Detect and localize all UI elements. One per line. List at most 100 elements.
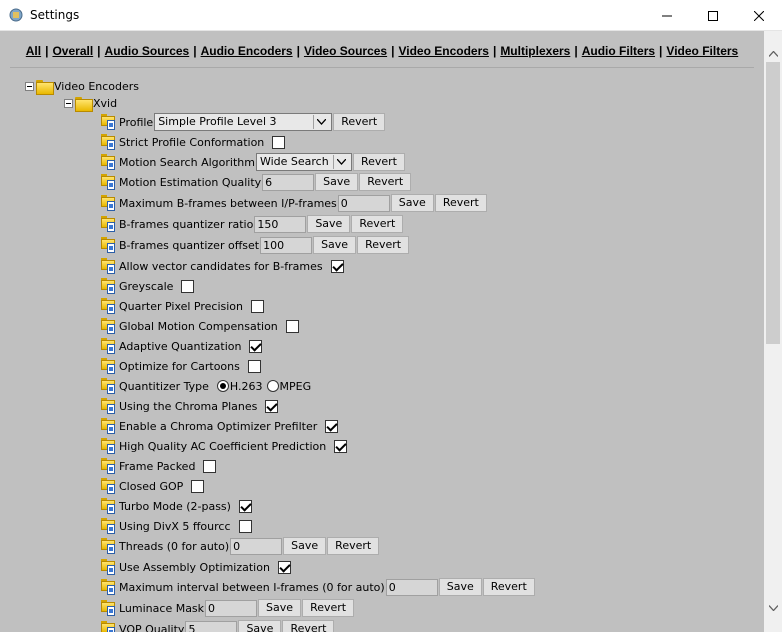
scroll-thumb[interactable] — [766, 62, 780, 344]
gmc-checkbox[interactable] — [285, 319, 299, 333]
greyscale-checkbox[interactable] — [181, 279, 195, 293]
setting-icon — [101, 398, 117, 414]
title-bar: Settings — [0, 0, 782, 31]
nav-audio-sources[interactable]: Audio Sources — [105, 44, 190, 58]
strict-profile-checkbox[interactable] — [272, 135, 286, 149]
cartoons-checkbox[interactable] — [247, 359, 261, 373]
setting-threads: Threads (0 for auto) 0 Save Revert — [101, 536, 380, 556]
revert-button[interactable]: Revert — [302, 599, 355, 617]
adaptive-quant-checkbox[interactable] — [249, 339, 263, 353]
minimize-button[interactable] — [644, 0, 690, 31]
save-button[interactable]: Save — [390, 194, 434, 212]
revert-button[interactable]: Revert — [352, 153, 405, 171]
save-button[interactable]: Save — [258, 599, 302, 617]
bframes-offset-input[interactable]: 100 — [260, 236, 313, 254]
setting-icon — [101, 498, 117, 514]
setting-profile: Profile Simple Profile Level 3 Revert — [101, 112, 386, 132]
revert-button[interactable]: Revert — [357, 236, 410, 254]
chevron-down-icon — [332, 155, 349, 169]
quant-type-h263-radio[interactable] — [216, 380, 229, 392]
setting-divx5: Using DivX 5 ffourcc — [101, 516, 252, 536]
setting-bframes-ratio: B-frames quantizer ratio 150 Save Revert — [101, 214, 404, 234]
divider — [10, 67, 754, 68]
nav-audio-encoders[interactable]: Audio Encoders — [201, 44, 293, 58]
setting-icon — [101, 216, 117, 232]
revert-button[interactable]: Revert — [482, 578, 535, 596]
nav-multiplexers[interactable]: Multiplexers — [500, 44, 570, 58]
nav-video-sources[interactable]: Video Sources — [304, 44, 387, 58]
frame-packed-checkbox[interactable] — [203, 459, 217, 473]
asm-opt-checkbox[interactable] — [277, 560, 291, 574]
revert-button[interactable]: Revert — [282, 620, 335, 632]
revert-button[interactable]: Revert — [327, 537, 380, 555]
scroll-up-button[interactable] — [764, 45, 782, 62]
app-icon — [9, 8, 23, 22]
profile-select[interactable]: Simple Profile Level 3 — [154, 113, 333, 131]
nav-all[interactable]: All — [26, 44, 41, 58]
setting-vector-candidates: Allow vector candidates for B-frames — [101, 256, 344, 276]
close-icon — [754, 10, 764, 21]
collapse-icon[interactable] — [64, 98, 73, 108]
turbo-checkbox[interactable] — [238, 499, 252, 513]
revert-button[interactable]: Revert — [351, 215, 404, 233]
setting-frame-packed: Frame Packed — [101, 456, 217, 476]
collapse-icon[interactable] — [25, 81, 34, 91]
setting-icon — [101, 600, 117, 616]
setting-motion-search: Motion Search Algorithm Wide Search Reve… — [101, 152, 405, 172]
divx5-checkbox[interactable] — [238, 519, 252, 533]
lumi-mask-input[interactable]: 0 — [205, 599, 258, 617]
folder-icon — [75, 96, 93, 112]
setting-icon — [101, 298, 117, 314]
save-button[interactable]: Save — [238, 620, 282, 632]
threads-input[interactable]: 0 — [230, 537, 283, 555]
tree-node-video-encoders[interactable]: Video Encoders — [25, 78, 139, 95]
save-button[interactable]: Save — [313, 236, 357, 254]
setting-icon — [101, 418, 117, 434]
revert-button[interactable]: Revert — [333, 113, 386, 131]
vector-candidates-checkbox[interactable] — [330, 259, 344, 273]
chroma-planes-checkbox[interactable] — [265, 399, 279, 413]
setting-closed-gop: Closed GOP — [101, 476, 205, 496]
save-button[interactable]: Save — [315, 173, 359, 191]
nav-audio-filters[interactable]: Audio Filters — [582, 44, 655, 58]
setting-asm-opt: Use Assembly Optimization — [101, 557, 291, 577]
revert-button[interactable]: Revert — [434, 194, 487, 212]
save-button[interactable]: Save — [283, 537, 327, 555]
hq-ac-checkbox[interactable] — [334, 439, 348, 453]
revert-button[interactable]: Revert — [359, 173, 412, 191]
vop-quality-input[interactable]: 5 — [185, 620, 238, 632]
bframes-ratio-input[interactable]: 150 — [254, 215, 307, 233]
save-button[interactable]: Save — [438, 578, 482, 596]
setting-qpel: Quarter Pixel Precision — [101, 296, 265, 316]
setting-adaptive-quant: Adaptive Quantization — [101, 336, 263, 356]
nav-video-filters[interactable]: Video Filters — [666, 44, 738, 58]
save-button[interactable]: Save — [307, 215, 351, 233]
close-button[interactable] — [736, 0, 782, 31]
setting-icon — [101, 358, 117, 374]
nav-video-encoders[interactable]: Video Encoders — [398, 44, 488, 58]
max-bframes-input[interactable]: 0 — [337, 194, 390, 212]
setting-icon — [101, 458, 117, 474]
motion-search-select[interactable]: Wide Search — [255, 153, 352, 171]
setting-icon — [101, 338, 117, 354]
folder-icon — [36, 79, 54, 95]
setting-icon — [101, 621, 117, 632]
minimize-icon — [662, 15, 672, 16]
setting-icon — [101, 378, 117, 394]
max-iframe-input[interactable]: 0 — [385, 578, 438, 596]
motion-quality-input[interactable]: 6 — [262, 173, 315, 191]
setting-icon — [101, 278, 117, 294]
tree-node-xvid[interactable]: Xvid — [64, 95, 117, 112]
nav-overall[interactable]: Overall — [52, 44, 93, 58]
vertical-scrollbar[interactable] — [764, 31, 782, 632]
setting-icon — [101, 154, 117, 170]
closed-gop-checkbox[interactable] — [191, 479, 205, 493]
qpel-checkbox[interactable] — [251, 299, 265, 313]
maximize-button[interactable] — [690, 0, 736, 31]
setting-icon — [101, 114, 117, 130]
setting-icon — [101, 237, 117, 253]
quant-type-mpeg-radio[interactable] — [266, 380, 279, 392]
scroll-down-button[interactable] — [764, 599, 782, 616]
chevron-up-icon — [768, 50, 778, 57]
chroma-optimizer-checkbox[interactable] — [325, 419, 339, 433]
